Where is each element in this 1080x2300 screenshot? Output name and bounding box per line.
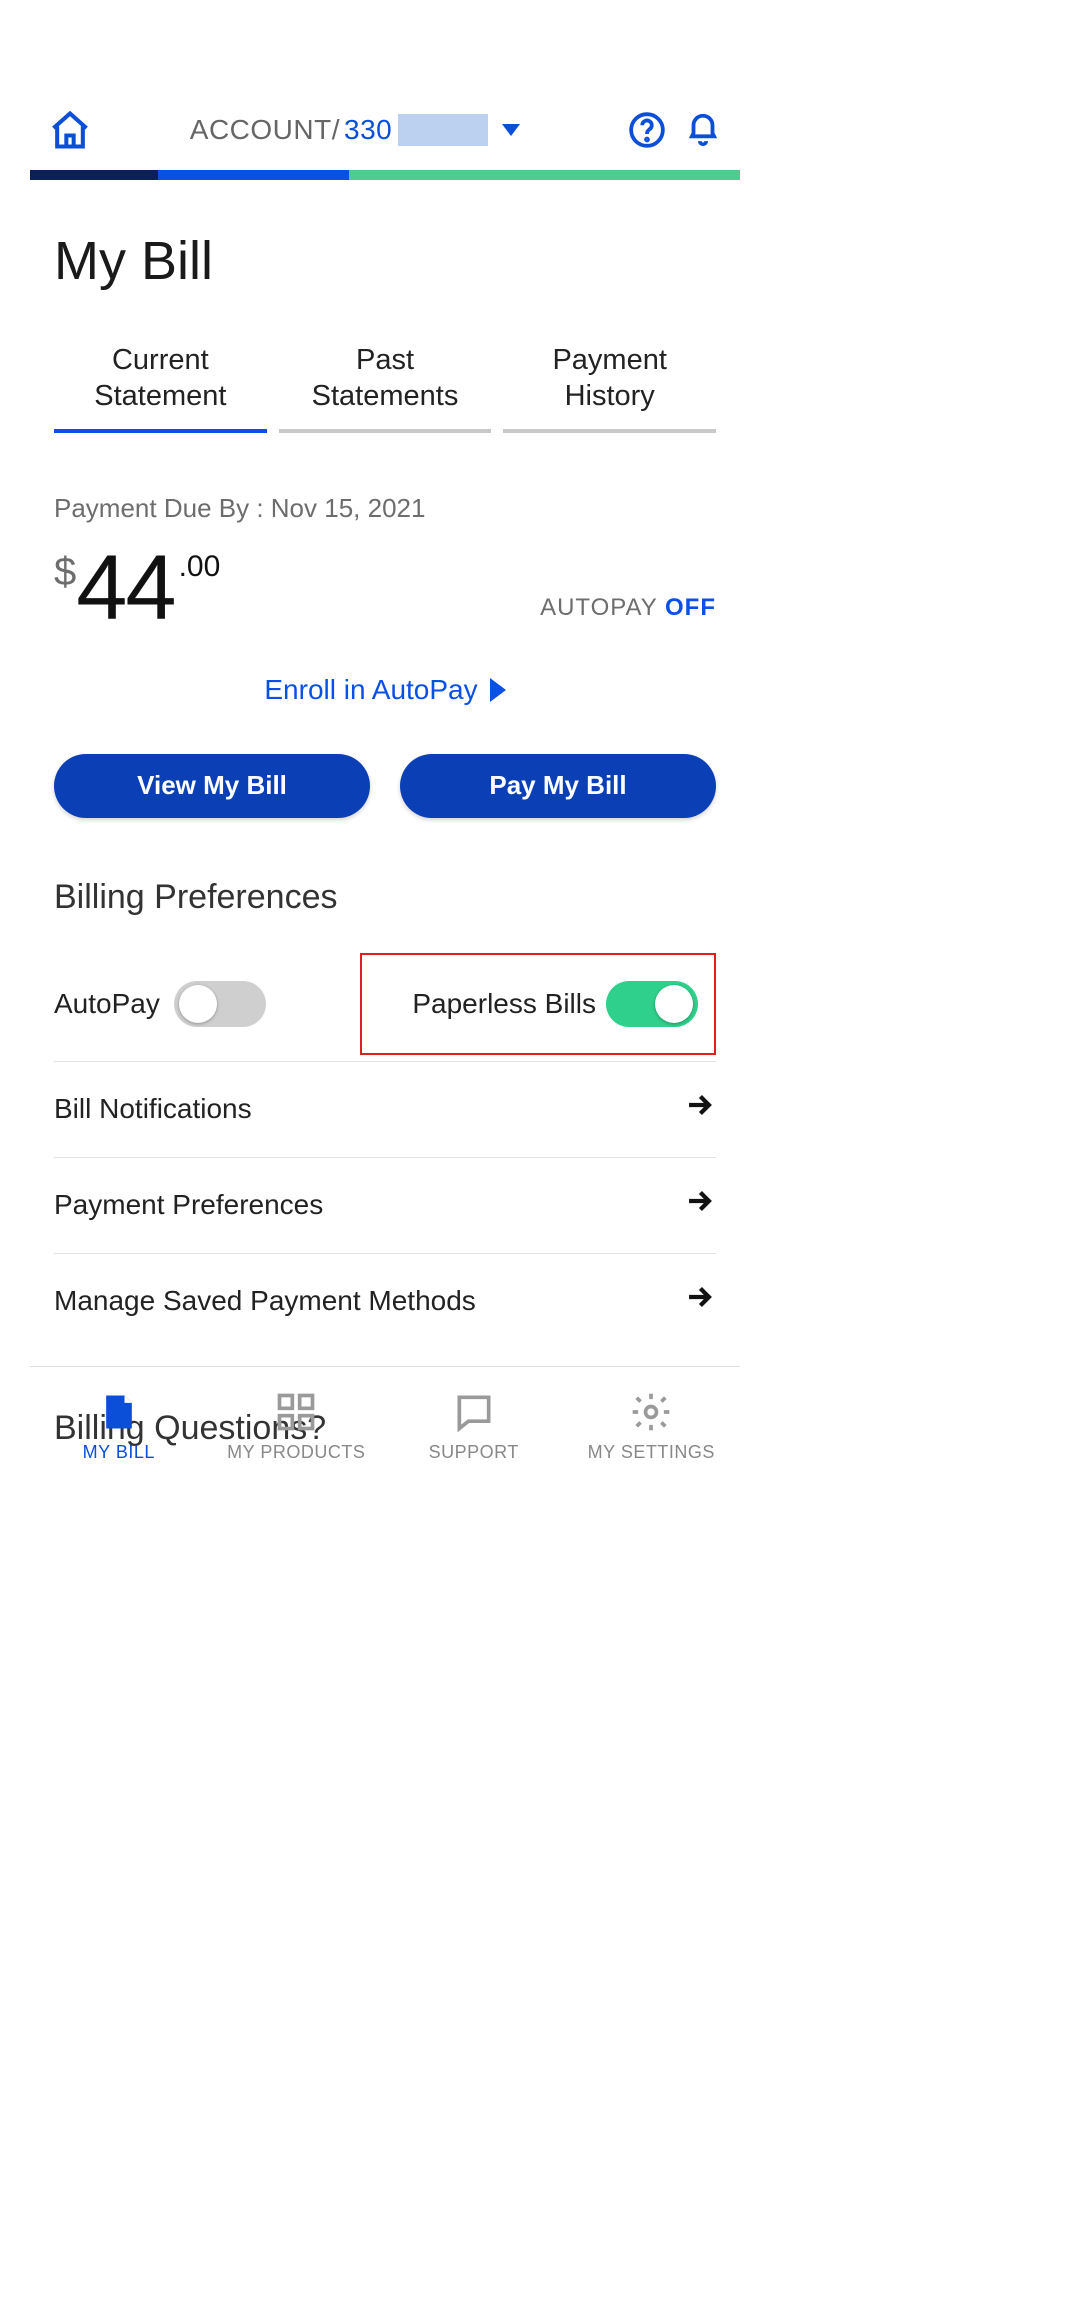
- paperless-toggle-label: Paperless Bills: [412, 988, 596, 1020]
- bill-icon: [97, 1390, 141, 1434]
- pref-label: Manage Saved Payment Methods: [54, 1285, 476, 1317]
- arrow-right-icon: [682, 1088, 716, 1131]
- amount-row: $ 44 .00 AUTOPAY OFF: [54, 542, 716, 634]
- autopay-label: AUTOPAY: [540, 594, 657, 621]
- amount-due: $ 44 .00: [54, 542, 220, 634]
- due-date: Nov 15, 2021: [271, 493, 426, 523]
- autopay-toggle-label: AutoPay: [54, 988, 160, 1020]
- account-number-prefix: 330: [344, 114, 392, 146]
- saved-payment-methods-row[interactable]: Manage Saved Payment Methods: [54, 1254, 716, 1349]
- bill-notifications-row[interactable]: Bill Notifications: [54, 1062, 716, 1158]
- payment-due: Payment Due By : Nov 15, 2021: [54, 493, 716, 524]
- autopay-status: AUTOPAY OFF: [540, 594, 716, 634]
- tab-past-statements[interactable]: Past Statements: [279, 342, 492, 433]
- tab-payment-history[interactable]: Payment History: [503, 342, 716, 433]
- app-header: ACCOUNT/330: [30, 90, 740, 170]
- nav-label: MY BILL: [83, 1442, 155, 1463]
- enroll-label: Enroll in AutoPay: [264, 674, 477, 706]
- bill-tabs: Current Statement Past Statements Paymen…: [54, 342, 716, 433]
- payment-preferences-row[interactable]: Payment Preferences: [54, 1158, 716, 1254]
- nav-support[interactable]: SUPPORT: [385, 1367, 563, 1486]
- billing-prefs-heading: Billing Preferences: [54, 878, 716, 917]
- amount-cents: .00: [179, 552, 221, 582]
- account-label: ACCOUNT/: [190, 114, 340, 146]
- arrow-right-icon: [682, 1184, 716, 1227]
- notifications-icon[interactable]: [684, 111, 722, 149]
- chat-icon: [452, 1390, 496, 1434]
- amount-whole: 44: [76, 542, 174, 634]
- autopay-toggle[interactable]: [174, 981, 266, 1027]
- nav-my-products[interactable]: MY PRODUCTS: [208, 1367, 386, 1486]
- page-title: My Bill: [54, 230, 716, 292]
- nav-label: SUPPORT: [429, 1442, 519, 1463]
- autopay-state: OFF: [665, 594, 716, 621]
- home-icon[interactable]: [48, 108, 92, 152]
- grid-icon: [274, 1390, 318, 1434]
- tab-current-statement[interactable]: Current Statement: [54, 342, 267, 433]
- enroll-autopay-link[interactable]: Enroll in AutoPay: [54, 674, 716, 706]
- view-bill-button[interactable]: View My Bill: [54, 754, 370, 818]
- pay-bill-button[interactable]: Pay My Bill: [400, 754, 716, 818]
- pref-label: Payment Preferences: [54, 1189, 323, 1221]
- paperless-highlight: Paperless Bills: [360, 953, 716, 1055]
- nav-label: MY PRODUCTS: [227, 1442, 365, 1463]
- pref-label: Bill Notifications: [54, 1093, 252, 1125]
- chevron-down-icon: [502, 124, 520, 136]
- account-selector[interactable]: ACCOUNT/330: [100, 114, 610, 146]
- progress-bar: [30, 170, 740, 180]
- play-icon: [490, 678, 506, 702]
- help-icon[interactable]: [628, 111, 666, 149]
- bottom-nav: MY BILL MY PRODUCTS SUPPORT MY SETTINGS: [30, 1366, 740, 1486]
- gear-icon: [629, 1390, 673, 1434]
- nav-my-settings[interactable]: MY SETTINGS: [563, 1367, 741, 1486]
- nav-label: MY SETTINGS: [588, 1442, 715, 1463]
- currency-symbol: $: [54, 552, 76, 592]
- paperless-toggle[interactable]: [606, 981, 698, 1027]
- account-number-masked: [398, 114, 488, 146]
- arrow-right-icon: [682, 1280, 716, 1323]
- nav-my-bill[interactable]: MY BILL: [30, 1367, 208, 1486]
- billing-preferences: AutoPay Paperless Bills Bill Notificatio…: [54, 947, 716, 1349]
- due-label: Payment Due By :: [54, 493, 264, 523]
